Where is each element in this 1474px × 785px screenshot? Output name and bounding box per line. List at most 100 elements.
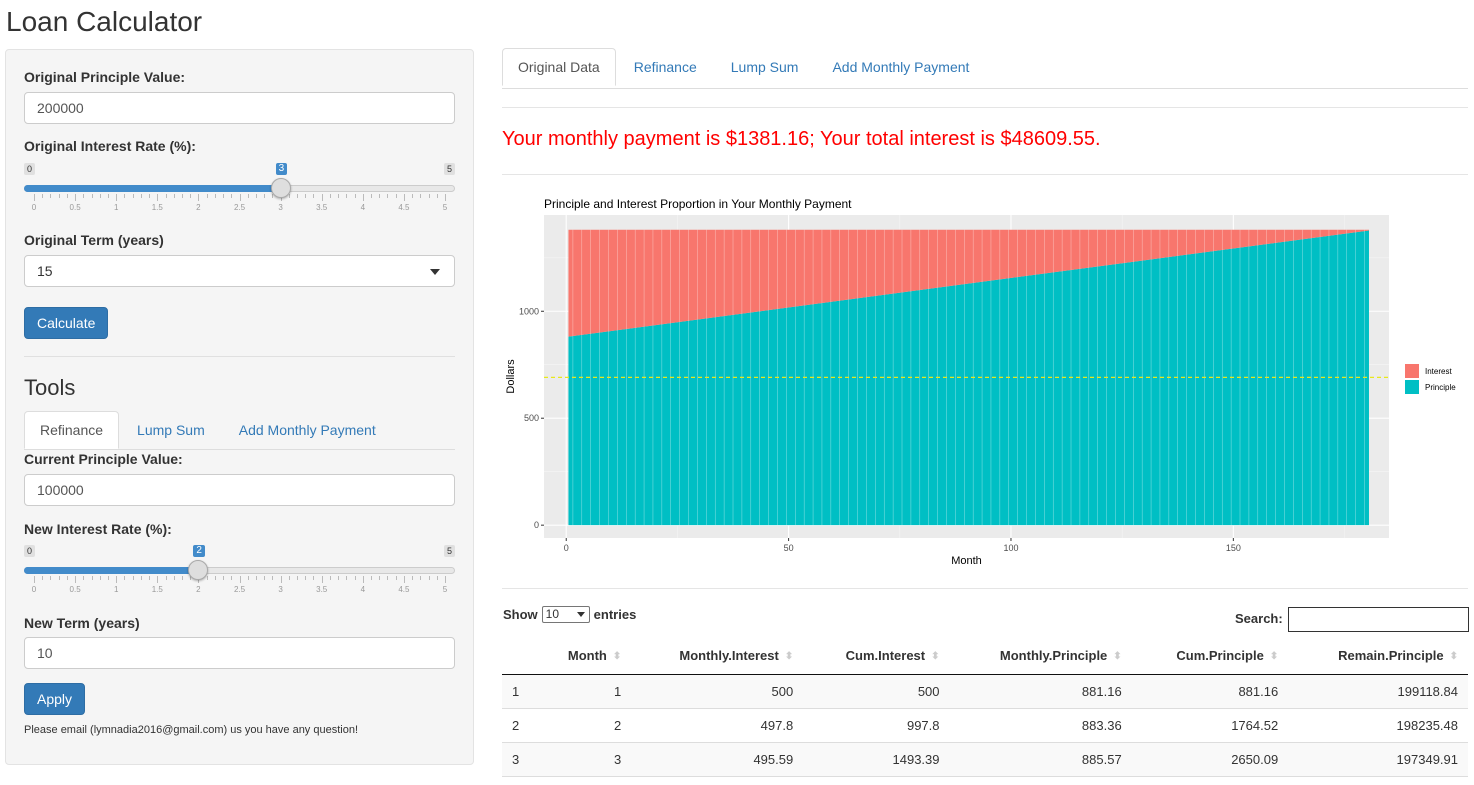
table-row[interactable]: 3 3 495.59 1493.39 885.57 2650.09 197349… xyxy=(502,742,1468,777)
tab-lump-sum[interactable]: Lump Sum xyxy=(121,411,221,449)
apply-button[interactable]: Apply xyxy=(24,683,86,715)
calculate-button[interactable]: Calculate xyxy=(24,307,109,339)
principle-input[interactable] xyxy=(24,92,455,124)
table-cell: 3 xyxy=(536,742,632,777)
column-header-monthly-interest[interactable]: Monthly.Interest ⬍ xyxy=(631,637,804,675)
new-term-label: New Term (years) xyxy=(24,615,140,631)
slider-tick xyxy=(379,194,381,198)
slider-tick xyxy=(107,576,109,580)
table-cell: 495.59 xyxy=(631,742,804,777)
legend-label: Principle xyxy=(1425,383,1456,392)
current-principle-input[interactable] xyxy=(24,474,455,506)
sidebar-panel: Original Principle Value: Original Inter… xyxy=(5,49,474,765)
table-cell: 2 xyxy=(502,708,537,743)
column-header-cum-principle[interactable]: Cum.Principle ⬍ xyxy=(1131,637,1289,675)
slider-tick xyxy=(403,194,405,201)
legend-swatch xyxy=(1405,380,1419,394)
slider-min-label: 0 xyxy=(24,163,36,175)
slider-tick xyxy=(321,576,323,583)
table-cell: 2 xyxy=(536,708,632,743)
new-term-input[interactable] xyxy=(24,637,455,669)
slider-tick xyxy=(223,576,225,580)
slider-tick-label: 3.5 xyxy=(316,585,328,594)
slider-tick-label: 5 xyxy=(442,585,448,594)
term-label: Original Term (years) xyxy=(24,232,164,248)
slider-tick xyxy=(255,576,257,580)
table-row[interactable]: 2 2 497.8 997.8 883.36 1764.52 198235.48 xyxy=(502,708,1468,743)
table-cell: 1493.39 xyxy=(803,742,950,777)
slider-tick xyxy=(66,194,68,198)
app-title: Loan Calculator xyxy=(6,6,203,37)
slider-tick xyxy=(34,576,35,583)
tab-refinance[interactable]: Refinance xyxy=(24,411,120,449)
slider-tick xyxy=(231,576,233,580)
slider-tick xyxy=(181,194,183,198)
page-length-select[interactable]: 10 xyxy=(541,606,590,623)
tab-refinance[interactable]: Refinance xyxy=(618,48,713,86)
tab-add-monthly-payment[interactable]: Add Monthly Payment xyxy=(816,48,985,86)
slider-tick xyxy=(354,576,356,580)
slider-tick xyxy=(305,576,307,580)
search-input[interactable] xyxy=(1288,607,1469,632)
x-tick-label: 150 xyxy=(1226,543,1241,553)
slider-tick xyxy=(420,576,422,580)
slider-tick-label: 3 xyxy=(278,585,283,594)
slider-tick-label: 1 xyxy=(113,203,119,212)
column-header-monthly-principle[interactable]: Monthly.Principle ⬍ xyxy=(949,637,1132,675)
slider-tick-label: 5 xyxy=(442,203,448,212)
slider-tick-label: 2 xyxy=(196,203,201,212)
term-select-value: 15 xyxy=(37,263,53,279)
slider-tick xyxy=(428,194,430,198)
slider-min-label: 0 xyxy=(24,545,36,557)
table-cell: 199118.84 xyxy=(1288,674,1468,709)
tools-tabs-line xyxy=(24,449,455,450)
slider-tick xyxy=(379,576,381,580)
slider-tick xyxy=(165,194,167,198)
chart-legend: Interest Principle xyxy=(1405,364,1456,394)
tools-title: Tools xyxy=(24,375,76,400)
slider-tick-label: 0.5 xyxy=(69,203,81,212)
table-cell: 2650.09 xyxy=(1131,742,1289,777)
column-header-remain-principle[interactable]: Remain.Principle ⬍ xyxy=(1288,637,1468,675)
slider-tick xyxy=(198,194,200,201)
slider-tick xyxy=(436,576,438,580)
slider-tick xyxy=(346,194,348,198)
column-header-month[interactable]: Month ⬍ xyxy=(536,637,632,675)
column-header-index[interactable] xyxy=(502,637,537,675)
new-interest-rate-slider[interactable]: 0 5 2 0 0.5 1 1.5 2 2.5 3 3.5 4 4.5 5 xyxy=(24,545,455,597)
sort-icon: ⬍ xyxy=(931,650,940,662)
y-tick-label: 1000 xyxy=(519,306,539,316)
table-cell: 885.57 xyxy=(949,742,1132,777)
sort-icon: ⬍ xyxy=(612,650,622,662)
chevron-down-icon xyxy=(430,269,440,275)
column-header-label: Remain.Principle xyxy=(1338,647,1444,663)
tools-tabs: Refinance Lump Sum Add Monthly Payment xyxy=(24,411,394,449)
table-row[interactable]: 1 1 500 500 881.16 881.16 199118.84 xyxy=(502,674,1468,709)
tab-add-monthly-payment[interactable]: Add Monthly Payment xyxy=(223,411,392,449)
slider-tick xyxy=(231,194,233,198)
table-cell: 1 xyxy=(502,674,537,709)
amortization-table: Month ⬍ Monthly.Interest ⬍ Cum.Interest ⬍ M… xyxy=(502,637,1468,777)
tab-lump-sum[interactable]: Lump Sum xyxy=(715,48,815,86)
slider-tick xyxy=(58,576,60,580)
tab-original-data[interactable]: Original Data xyxy=(502,48,616,86)
rate-label: Original Interest Rate (%): xyxy=(24,138,196,154)
slider-handle[interactable] xyxy=(270,178,291,198)
slider-tick xyxy=(206,194,208,198)
interest-rate-slider[interactable]: 0 5 3 0 0.5 1 1.5 2 2.5 3 3.5 4 4.5 5 xyxy=(24,163,455,215)
slider-tick-label: 4.5 xyxy=(398,203,410,212)
slider-value-label: 3 xyxy=(275,163,288,175)
term-select[interactable]: 15 xyxy=(24,255,455,287)
slider-tick xyxy=(445,194,446,201)
column-header-cum-interest[interactable]: Cum.Interest ⬍ xyxy=(803,637,950,675)
slider-tick xyxy=(395,576,397,580)
slider-tick xyxy=(132,576,134,580)
table-header-row: Month ⬍ Monthly.Interest ⬍ Cum.Interest ⬍ M… xyxy=(502,637,1468,675)
slider-tick xyxy=(206,576,208,580)
length-control: Show 10 entries xyxy=(503,606,636,623)
slider-ticks xyxy=(34,576,446,584)
slider-tick xyxy=(436,194,438,198)
slider-tick xyxy=(338,576,340,580)
table-cell: 197349.91 xyxy=(1288,742,1468,777)
slider-tick xyxy=(329,576,331,580)
